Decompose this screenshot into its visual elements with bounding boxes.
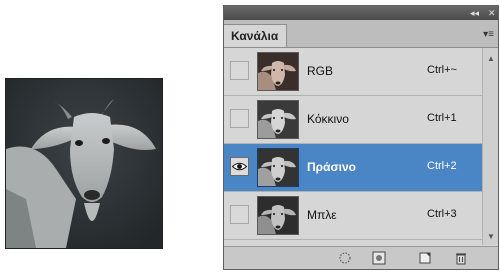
collapse-panel-button[interactable]: ◂◂ — [470, 6, 479, 20]
panel-menu-icon[interactable]: ▾≡ — [483, 29, 494, 40]
panel-title-bar: ◂◂ ✕ — [224, 6, 498, 20]
channels-panel: ◂◂ ✕ Κανάλια ▾≡ RGB Ctrl+~ Κόκκινο Ctrl+… — [223, 5, 499, 270]
channel-shortcut: Ctrl+2 — [427, 160, 457, 172]
channel-preview-image — [5, 78, 163, 249]
channel-list-scrollbar[interactable]: ▲ ▼ — [482, 48, 498, 245]
panel-tab-strip: Κανάλια ▾≡ — [224, 20, 498, 48]
tab-channels[interactable]: Κανάλια — [224, 24, 288, 47]
channel-thumbnail — [257, 196, 299, 235]
delete-channel-icon[interactable] — [454, 251, 468, 265]
channel-shortcut: Ctrl+3 — [427, 208, 457, 220]
channel-list: RGB Ctrl+~ Κόκκινο Ctrl+1 Πράσινο Ctrl+2… — [224, 48, 482, 240]
channel-row-green[interactable]: Πράσινο Ctrl+2 — [224, 144, 482, 192]
channel-shortcut: Ctrl+1 — [427, 112, 457, 124]
new-channel-icon[interactable] — [418, 251, 432, 265]
close-panel-button[interactable]: ✕ — [488, 6, 496, 20]
channel-row-rgb[interactable]: RGB Ctrl+~ — [224, 48, 482, 96]
channel-name: RGB — [307, 64, 334, 78]
channel-thumbnail — [257, 148, 299, 187]
scroll-down-arrow-icon[interactable]: ▼ — [487, 232, 495, 241]
channel-thumbnail — [257, 52, 299, 91]
channel-shortcut: Ctrl+~ — [427, 64, 457, 76]
visibility-toggle[interactable] — [230, 157, 249, 176]
save-selection-icon[interactable] — [372, 251, 386, 265]
channel-name: Κόκκινο — [307, 112, 349, 126]
channels-toolbar — [224, 246, 498, 269]
channel-row-red[interactable]: Κόκκινο Ctrl+1 — [224, 96, 482, 144]
visibility-toggle[interactable] — [230, 61, 249, 80]
channel-name: Πράσινο — [307, 160, 357, 174]
eye-icon — [232, 162, 247, 171]
scroll-up-arrow-icon[interactable]: ▲ — [487, 54, 495, 63]
channel-thumbnail — [257, 100, 299, 139]
load-selection-icon[interactable] — [338, 251, 352, 265]
visibility-toggle[interactable] — [230, 205, 249, 224]
channel-name: Μπλε — [307, 208, 337, 222]
channel-row-blue[interactable]: Μπλε Ctrl+3 — [224, 192, 482, 240]
visibility-toggle[interactable] — [230, 109, 249, 128]
